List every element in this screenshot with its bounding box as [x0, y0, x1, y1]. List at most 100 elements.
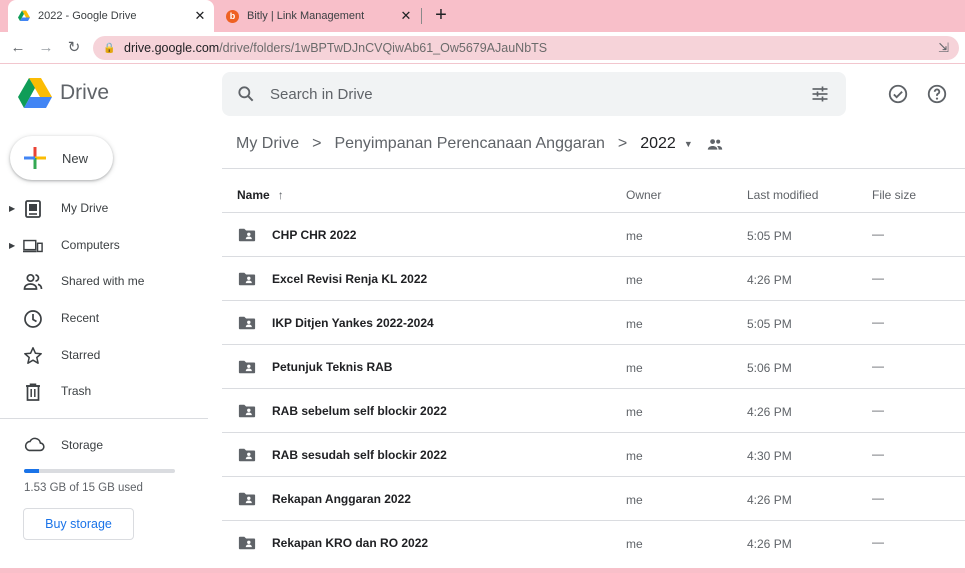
breadcrumb-current[interactable]: 2022 [640, 135, 676, 153]
file-last-modified: 4:26 PM [747, 537, 792, 551]
column-header-owner[interactable]: Owner [626, 188, 661, 202]
address-bar[interactable]: 🔒 drive.google.com/drive/folders/1wBPTwD… [93, 36, 959, 60]
close-tab-icon[interactable]: ✕ [190, 8, 210, 24]
file-size: — [872, 359, 884, 373]
file-name[interactable]: Rekapan Anggaran 2022 [272, 492, 411, 506]
storage-used-text: 1.53 GB of 15 GB used [24, 482, 143, 494]
sidebar-divider [0, 418, 208, 419]
offline-ready-icon[interactable] [887, 83, 909, 105]
sidebar-item-recent[interactable]: Recent [0, 300, 208, 336]
file-owner: me [626, 449, 643, 463]
file-size: — [872, 227, 884, 241]
tab-title: Bitly | Link Management [247, 10, 365, 22]
sidebar-item-starred[interactable]: Starred [0, 337, 208, 373]
browser-tab-bitly[interactable]: b Bitly | Link Management ✕ [214, 0, 420, 32]
chevron-right-icon: > [617, 135, 628, 152]
file-name[interactable]: CHP CHR 2022 [272, 228, 356, 242]
lock-icon: 🔒 [103, 42, 116, 54]
sidebar-item-label: Starred [61, 348, 101, 362]
clock-icon [24, 310, 42, 328]
file-name[interactable]: Excel Revisi Renja KL 2022 [272, 272, 427, 286]
column-name-label: Name [237, 188, 270, 202]
file-owner: me [626, 229, 643, 243]
back-icon[interactable]: ← [8, 38, 28, 58]
drive-logo[interactable]: Drive [18, 78, 109, 108]
table-row[interactable]: RAB sebelum self blockir 2022 me 4:26 PM — [222, 388, 965, 432]
file-last-modified: 5:05 PM [747, 317, 792, 331]
file-name[interactable]: RAB sesudah self blockir 2022 [272, 448, 447, 462]
close-tab-icon[interactable]: ✕ [396, 8, 416, 24]
plus-icon [24, 147, 46, 169]
table-row[interactable]: Rekapan KRO dan RO 2022 me 4:26 PM — [222, 520, 965, 564]
bitly-icon: b [226, 9, 239, 23]
file-size: — [872, 447, 884, 461]
reload-icon[interactable]: ↻ [64, 38, 84, 58]
shared-folder-icon [238, 228, 256, 242]
column-header-name[interactable]: Name ↑ [237, 188, 284, 202]
expand-arrow-icon[interactable]: ▶ [9, 241, 17, 250]
file-name[interactable]: Petunjuk Teknis RAB [272, 360, 392, 374]
browser-tab-bar: 2022 - Google Drive ✕ b Bitly | Link Man… [0, 0, 965, 32]
file-name[interactable]: Rekapan KRO dan RO 2022 [272, 536, 428, 550]
search-bar[interactable] [222, 72, 846, 116]
shared-folder-icon [238, 272, 256, 286]
table-row[interactable]: RAB sesudah self blockir 2022 me 4:30 PM — [222, 432, 965, 476]
forward-icon[interactable]: → [36, 38, 56, 58]
window-bottom-edge [0, 568, 965, 573]
breadcrumb-item-parent[interactable]: Penyimpanan Perencanaan Anggaran [334, 135, 604, 153]
sort-arrow-icon[interactable]: ↑ [278, 188, 284, 202]
dropdown-arrow-icon[interactable]: ▼ [684, 139, 693, 149]
file-last-modified: 5:05 PM [747, 229, 792, 243]
new-button[interactable]: New [10, 136, 113, 180]
trash-icon [26, 383, 40, 401]
google-drive-icon [18, 10, 30, 21]
file-owner: me [626, 273, 643, 287]
breadcrumb-item-my-drive[interactable]: My Drive [236, 135, 299, 153]
storage-progress-fill [24, 469, 40, 473]
file-size: — [872, 315, 884, 329]
table-row[interactable]: Petunjuk Teknis RAB me 5:06 PM — [222, 344, 965, 388]
shared-folder-people-icon[interactable] [707, 137, 723, 151]
sidebar-item-shared-with-me[interactable]: Shared with me [0, 263, 208, 299]
storage-label[interactable]: Storage [61, 438, 103, 452]
browser-tab-drive[interactable]: 2022 - Google Drive ✕ [8, 0, 214, 32]
file-size: — [872, 491, 884, 505]
sidebar-item-label: Computers [61, 238, 120, 252]
computers-icon [23, 239, 43, 253]
search-input[interactable] [270, 84, 770, 104]
shared-folder-icon [238, 448, 256, 462]
my-drive-icon [25, 200, 41, 218]
file-last-modified: 4:26 PM [747, 405, 792, 419]
table-row[interactable]: IKP Ditjen Yankes 2022-2024 me 5:05 PM — [222, 300, 965, 344]
tab-title: 2022 - Google Drive [38, 10, 137, 22]
sidebar-item-trash[interactable]: Trash [0, 373, 208, 409]
shared-icon [23, 273, 43, 290]
new-button-label: New [62, 150, 89, 166]
expand-arrow-icon[interactable]: ▶ [9, 204, 17, 213]
search-options-icon[interactable] [810, 84, 830, 104]
sidebar-item-label: Shared with me [61, 274, 145, 288]
sidebar-item-label: Recent [61, 311, 100, 325]
file-size: — [872, 271, 884, 285]
file-owner: me [626, 537, 643, 551]
file-name[interactable]: RAB sebelum self blockir 2022 [272, 404, 447, 418]
file-last-modified: 4:26 PM [747, 493, 792, 507]
column-header-last-modified[interactable]: Last modified [747, 188, 818, 202]
help-icon[interactable] [926, 83, 948, 105]
table-row[interactable]: Excel Revisi Renja KL 2022 me 4:26 PM — [222, 256, 965, 300]
sidebar-item-computers[interactable]: ▶ Computers [0, 227, 208, 263]
install-app-icon[interactable]: ⇲ [938, 40, 949, 56]
file-last-modified: 4:30 PM [747, 449, 792, 463]
search-icon[interactable] [236, 84, 256, 104]
file-last-modified: 5:06 PM [747, 361, 792, 375]
table-row[interactable]: Rekapan Anggaran 2022 me 4:26 PM — [222, 476, 965, 520]
file-name[interactable]: IKP Ditjen Yankes 2022-2024 [272, 316, 434, 330]
shared-folder-icon [238, 404, 256, 418]
sidebar-item-label: My Drive [61, 201, 109, 215]
file-size: — [872, 535, 884, 549]
buy-storage-button[interactable]: Buy storage [23, 508, 134, 540]
column-header-file-size[interactable]: File size [872, 188, 916, 202]
new-tab-button[interactable]: + [430, 4, 452, 26]
sidebar-item-my-drive[interactable]: ▶ My Drive [0, 190, 208, 226]
table-row[interactable]: CHP CHR 2022 me 5:05 PM — [222, 212, 965, 256]
